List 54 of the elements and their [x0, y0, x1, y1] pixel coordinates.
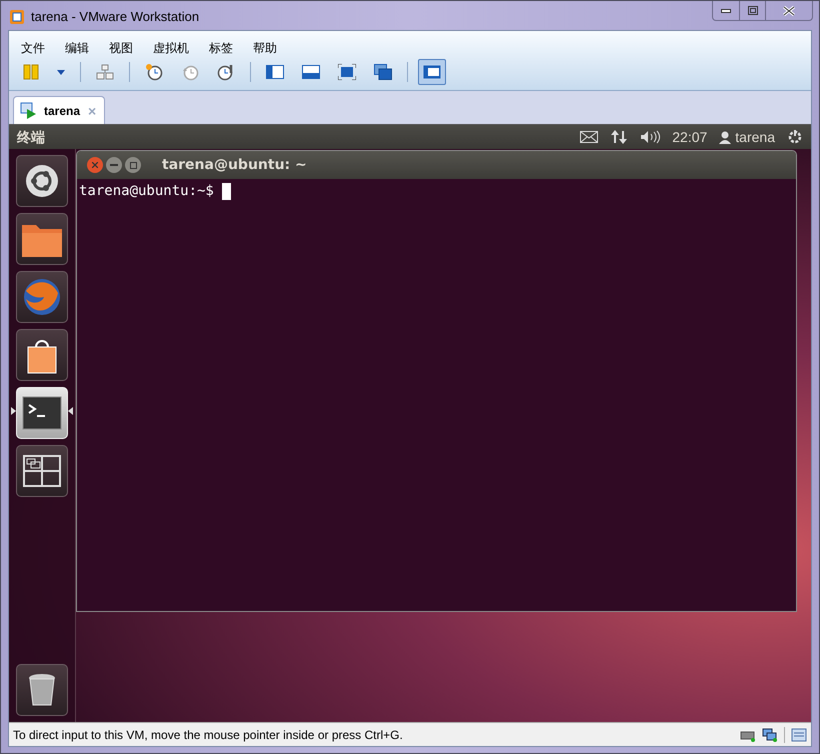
app-logo-icon: [9, 8, 25, 25]
terminal-icon: [22, 396, 62, 430]
fullscreen-icon: [338, 64, 356, 80]
caret-icon: [57, 70, 65, 74]
user-icon: [719, 130, 732, 144]
menu-item[interactable]: 视图: [109, 39, 133, 57]
menu-item[interactable]: 标签: [209, 39, 233, 57]
terminal-title: tarena@ubuntu: ~: [162, 156, 307, 174]
maximize-icon: [130, 162, 136, 168]
user-name: tarena: [735, 128, 775, 146]
menu-item[interactable]: 虚拟机: [153, 39, 189, 57]
speaker-icon: [640, 130, 660, 144]
launcher-item[interactable]: [16, 155, 68, 207]
network-icon: [96, 64, 114, 80]
envelope-icon: [580, 131, 598, 143]
clock-icon: [145, 63, 163, 81]
close-button[interactable]: [87, 157, 103, 173]
close-icon: [783, 6, 795, 16]
launcher-item[interactable]: [16, 213, 68, 265]
trash-can-icon: [28, 673, 56, 707]
app-title: 终端: [17, 128, 45, 146]
minimize-icon: [721, 8, 731, 12]
vm-play-icon: [20, 102, 38, 120]
close-icon: [92, 162, 98, 168]
toolbar-button[interactable]: [418, 59, 446, 85]
menu-item[interactable]: 编辑: [65, 39, 89, 57]
ubuntu-logo-icon: [25, 164, 59, 198]
console-view-icon: [423, 65, 441, 79]
minimize-icon: [110, 164, 118, 166]
tab-label: tarena: [44, 102, 80, 120]
bottom-bar-icon: [302, 65, 320, 79]
sidebar-icon: [266, 65, 284, 79]
network-adapter-icon: [762, 728, 778, 742]
terminal-prompt: tarena@ubuntu:~$: [79, 182, 214, 201]
workspaces-icon: [22, 454, 62, 488]
clock-time: 22:07: [672, 128, 708, 146]
clock-wrench-icon: [217, 63, 235, 81]
maximize-icon: [748, 6, 758, 15]
up-down-arrows-icon: [610, 129, 628, 145]
menu-item[interactable]: 帮助: [253, 39, 277, 57]
globe-fox-icon: [22, 277, 62, 317]
pause-icon: [23, 64, 39, 80]
text-cursor: [222, 183, 231, 200]
trash-button[interactable]: [16, 664, 68, 716]
vm-tab[interactable]: tarena ×: [13, 96, 106, 124]
windows-icon: [374, 64, 392, 80]
maximize-button[interactable]: [125, 157, 141, 173]
launcher-item[interactable]: [16, 329, 68, 381]
menu-item[interactable]: 文件: [21, 39, 45, 57]
message-log-icon: [791, 728, 807, 742]
window-title: tarena - VMware Workstation: [31, 8, 200, 26]
launcher-item[interactable]: [16, 445, 68, 497]
clock-icon: [181, 63, 199, 81]
status-message: To direct input to this VM, move the mouse pointer inside or press Ctrl+G.: [13, 726, 403, 744]
